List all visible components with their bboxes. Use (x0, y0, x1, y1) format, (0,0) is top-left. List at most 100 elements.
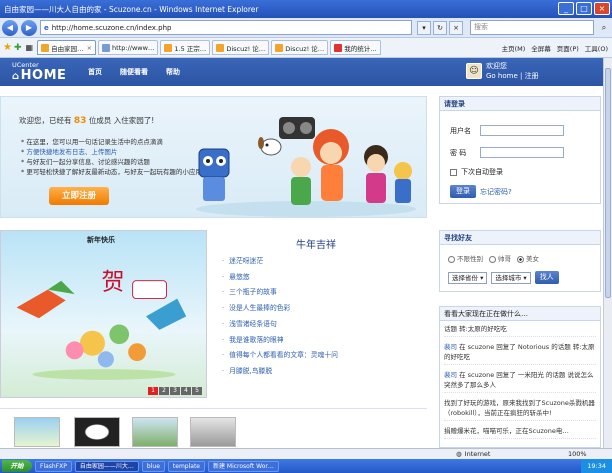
pager-button[interactable]: 5 (192, 387, 202, 395)
dropdown-icon[interactable]: ▾ (417, 20, 431, 35)
page-menu-button[interactable]: 页面(P) (557, 43, 579, 53)
close-button[interactable]: × (594, 2, 610, 15)
article-link[interactable]: 迷茫呀迷茫 (222, 254, 338, 270)
refresh-icon[interactable]: ↻ (433, 20, 447, 35)
minimize-button[interactable]: _ (558, 2, 574, 15)
tools-menu-button[interactable]: 工具(O) (585, 43, 608, 53)
tab-3[interactable]: Discuz! 论… (212, 40, 270, 55)
article-link[interactable]: 浅雪诸经条语句 (222, 317, 338, 333)
tab-0[interactable]: 自由家园… × (37, 40, 97, 55)
article-link[interactable]: 没是人生最捧的色彩 (222, 301, 338, 317)
activity-item[interactable]: 裴司 在 scuzone 回复了 一米阳光 的话题 说说怎么突然多了那么多人 (444, 370, 596, 393)
activity-item[interactable]: 裴司 在 scuzone 回复了 Notorious 的话题 转:太原的好吃吃 (444, 342, 596, 365)
username-input[interactable] (480, 125, 564, 136)
login-title: 请登录 (440, 97, 600, 111)
article-link[interactable]: 月滕脱,鸟滕脱 (222, 364, 338, 380)
article-link[interactable]: 三个瓶子的故事 (222, 285, 338, 301)
site-nav: 首页 随便看看 帮助 (88, 67, 180, 77)
user-box: ☺ 欢迎您 Go home | 注册 (466, 61, 539, 81)
photo-thumbnail[interactable] (132, 417, 178, 447)
svg-text:贺: 贺 (101, 269, 124, 296)
site-header: UCenter HOME 首页 随便看看 帮助 ☺ 欢迎您 Go home | … (0, 58, 603, 86)
find-friends-box: 寻找好友 不限性别 帅哥 美女 选择省份 ▾ 选择城市 ▾ 找人 (439, 230, 601, 292)
vertical-scrollbar[interactable] (603, 58, 612, 448)
stop-icon[interactable]: × (449, 20, 463, 35)
taskbar-item[interactable]: 新建 Microsoft Wor… (208, 460, 279, 472)
forgot-password-link[interactable]: 忘记密码? (480, 187, 512, 197)
avatar[interactable]: ☺ (466, 63, 482, 79)
page-favicon-icon (102, 43, 111, 52)
province-select[interactable]: 选择省份 ▾ (448, 271, 488, 284)
login-button[interactable]: 登录 (450, 185, 476, 198)
close-tab-icon[interactable]: × (87, 44, 92, 52)
taskbar-item[interactable]: 自由家园——川大… (74, 460, 139, 472)
feature-item: * 更可轻松快捷了解好友最新动态，与好友一起玩有趣的小应用 (21, 168, 202, 176)
remember-checkbox[interactable] (450, 168, 457, 176)
nav-home[interactable]: 首页 (88, 67, 102, 77)
article-link[interactable]: 悬悠悠 (222, 270, 338, 286)
activity-feed: 看看大家现在正在做什么… 话题 转:太原的好吃吃 裴司 在 scuzone 回复… (439, 306, 601, 448)
page-favicon-icon (334, 43, 343, 52)
find-button[interactable]: 找人 (534, 271, 559, 284)
photo-thumbnail[interactable] (190, 417, 236, 447)
zoom-level[interactable]: 100% (568, 450, 587, 458)
page-favicon-icon (275, 43, 284, 52)
fullscreen-button[interactable]: 全屏幕 (531, 43, 551, 53)
search-input[interactable]: 搜索 (470, 20, 594, 35)
tab-list-icon[interactable]: ▦ (26, 43, 34, 52)
favorites-star-icon[interactable]: ★ (3, 42, 12, 53)
tab-1[interactable]: http://www… (98, 40, 159, 55)
photo-thumbnail[interactable] (14, 417, 60, 447)
gender-female[interactable]: 美女 (517, 253, 539, 263)
tab-strip: ★ ✚ ▦ 自由家园… × http://www… 1.5 正宗… Discuz!… (0, 38, 612, 58)
scrollbar-thumb[interactable] (605, 68, 611, 298)
password-row: 密 码 (450, 147, 564, 158)
remember-row: 下次自动登录 (450, 167, 503, 177)
article-link[interactable]: 我是谁歌落的眼神 (222, 333, 338, 349)
window-titlebar: 自由家园——川大人自由的家 - Scuzone.cn - Windows Int… (0, 0, 612, 18)
add-favorite-icon[interactable]: ✚ (14, 43, 22, 53)
radio-icon (448, 255, 455, 263)
slideshow[interactable]: 新年快乐 贺 1 2 3 4 5 (0, 230, 207, 398)
nav-help[interactable]: 帮助 (166, 67, 180, 77)
site-logo[interactable]: UCenter HOME (12, 61, 66, 84)
pager-button[interactable]: 3 (170, 387, 180, 395)
article-list: 迷茫呀迷茫 悬悠悠 三个瓶子的故事 没是人生最捧的色彩 浅雪诸经条语句 我是谁歌… (222, 254, 338, 380)
register-button[interactable]: 立即注册 (49, 187, 109, 205)
feature-item: * 在这里，您可以用一句话记录生活中的点点滴滴 (21, 138, 163, 146)
start-button[interactable]: 开始 (2, 460, 32, 472)
search-icon[interactable]: ⌕ (597, 21, 611, 35)
home-button[interactable]: 主页(M) (502, 43, 526, 53)
city-select[interactable]: 选择城市 ▾ (491, 271, 531, 284)
address-bar[interactable]: e http://home.scuzone.cn/index.php (40, 20, 412, 35)
photo-thumbnails (0, 408, 427, 448)
article-link[interactable]: 值得每个人都看看的文章：灵魂十问 (222, 348, 338, 364)
forward-button[interactable]: ▶ (21, 19, 37, 36)
photo-thumbnail[interactable] (74, 417, 120, 447)
activity-item[interactable]: 捐赠爆米花，喵喵可乐，正在Scuzone电… (444, 426, 596, 439)
nav-browse[interactable]: 随便看看 (120, 67, 148, 77)
gender-any[interactable]: 不限性别 (448, 253, 483, 263)
radio-icon (489, 255, 496, 263)
address-url: http://home.scuzone.cn/index.php (51, 23, 172, 32)
pager-button[interactable]: 2 (159, 387, 169, 395)
location-selects: 选择省份 ▾ 选择城市 ▾ 找人 (448, 271, 559, 284)
activity-item[interactable]: 找到了好玩的游戏，原来我找到了Scuzone杀戮机器（robokill），当前正… (444, 398, 596, 421)
user-links[interactable]: Go home | 注册 (486, 71, 539, 81)
pager-button[interactable]: 4 (181, 387, 191, 395)
window-title: 自由家园——川大人自由的家 - Scuzone.cn - Windows Int… (4, 4, 259, 14)
logo-main-text: HOME (12, 69, 66, 84)
taskbar-item[interactable]: template (167, 460, 205, 472)
tab-4[interactable]: Discuz! 论… (271, 40, 329, 55)
activity-item[interactable]: 话题 转:太原的好吃吃 (444, 324, 596, 337)
tab-5[interactable]: 我的统计… (330, 40, 381, 55)
tab-2[interactable]: 1.5 正宗… (160, 40, 211, 55)
back-button[interactable]: ◀ (2, 19, 18, 36)
pager-button[interactable]: 1 (148, 387, 158, 395)
gender-male[interactable]: 帅哥 (489, 253, 511, 263)
taskbar-item[interactable]: blue (141, 460, 165, 472)
taskbar-item[interactable]: FlashFXP (35, 460, 72, 472)
slideshow-pager: 1 2 3 4 5 (148, 387, 202, 395)
password-input[interactable] (480, 147, 564, 158)
maximize-button[interactable]: □ (576, 2, 592, 15)
